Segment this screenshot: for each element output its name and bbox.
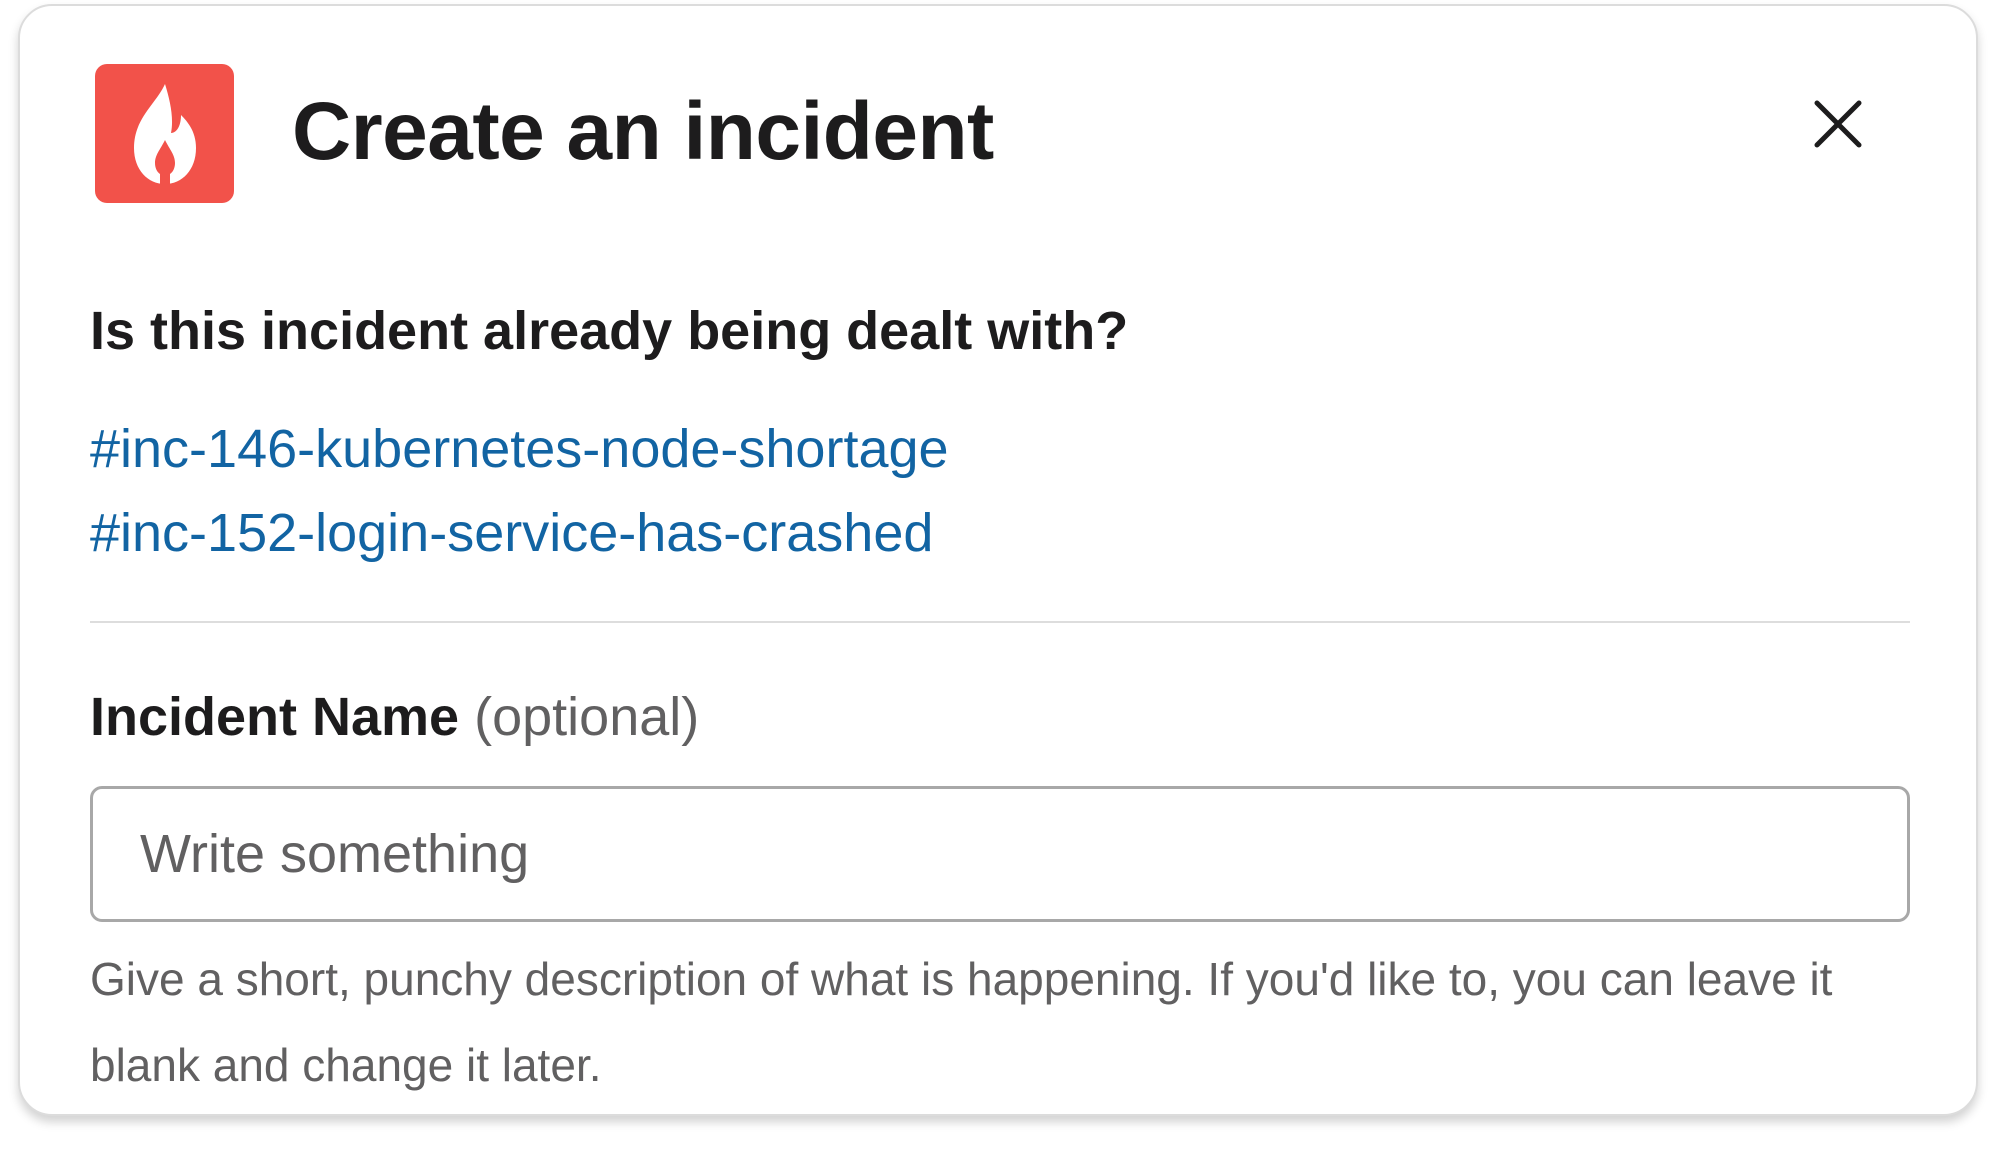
- channel-link-inc-146[interactable]: #inc-146-kubernetes-node-shortage: [90, 414, 949, 484]
- optional-label: (optional): [474, 687, 700, 747]
- channel-link-inc-152[interactable]: #inc-152-login-service-has-crashed: [90, 498, 933, 568]
- existing-incident-question: Is this incident already being dealt wit…: [90, 301, 1129, 361]
- incident-name-label: Incident Name (optional): [90, 682, 699, 752]
- incident-name-label-text: Incident Name: [90, 687, 460, 747]
- incident-name-hint: Give a short, punchy description of what…: [90, 953, 1833, 1091]
- create-incident-modal: Create an incident Is this incident alre…: [18, 4, 1978, 1116]
- divider: [90, 621, 1910, 623]
- fire-icon: [95, 64, 234, 203]
- modal-title: Create an incident: [292, 86, 994, 177]
- incident-name-input[interactable]: [90, 786, 1910, 922]
- close-icon[interactable]: [1808, 94, 1868, 154]
